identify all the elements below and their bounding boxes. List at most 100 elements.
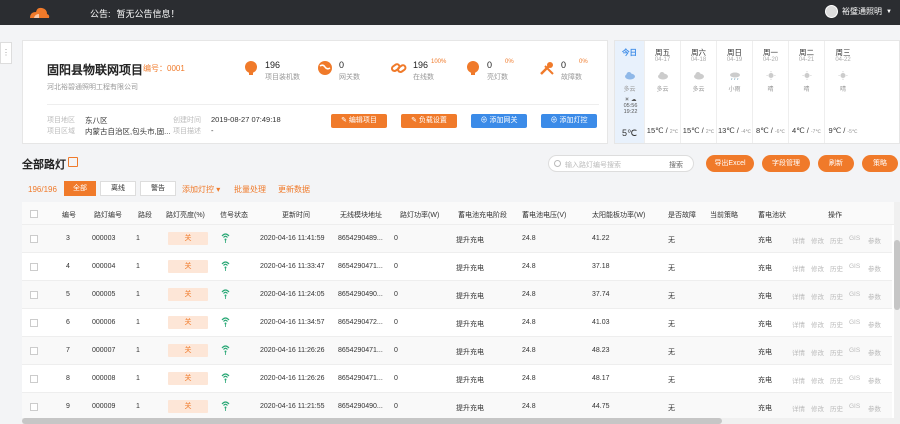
row-action-link[interactable]: 参数 [868,403,881,413]
column-header[interactable]: 路灯编号 [94,210,122,220]
scrollbar-thumb[interactable] [22,418,722,424]
weather-date: 04-19 [726,57,743,63]
row-action-link[interactable]: GIS [849,291,860,298]
row-action-link[interactable]: 参数 [868,291,881,301]
search-button[interactable]: 搜索 [669,160,683,170]
select-all-checkbox[interactable] [30,210,38,218]
row-checkbox[interactable] [30,263,38,271]
scrollbar-thumb[interactable] [894,240,900,310]
column-header[interactable]: 是否故障 [668,210,696,220]
column-header[interactable]: 太阳能板功率(W) [592,210,645,220]
row-action-link[interactable]: 修改 [811,375,824,385]
row-checkbox[interactable] [30,235,38,243]
row-action-link[interactable]: 修改 [811,263,824,273]
row-action-link[interactable]: 详情 [792,375,805,385]
row-action-link[interactable]: 修改 [811,403,824,413]
row-action-link[interactable]: 参数 [868,263,881,273]
row-action-link[interactable]: 修改 [811,319,824,329]
row-action-link[interactable]: 参数 [868,319,881,329]
row-checkbox[interactable] [30,291,38,299]
table-row[interactable]: 5 000005 1 2020-04-16 11:24:05 8654290490...… [22,281,892,309]
column-header[interactable]: 蓄电池电压(V) [522,210,566,220]
row-checkbox[interactable] [30,319,38,327]
weather-day: 周六 04-18 多云 15℃ / 2℃ [681,41,717,143]
field-manage-button[interactable]: 字段管理 [762,155,810,172]
column-header[interactable]: 信号状态 [220,210,248,220]
table-row[interactable]: 8 000008 1 2020-04-16 11:26:26 8654290471...… [22,365,892,393]
table-row[interactable]: 3 000003 1 2020-04-16 11:41:59 8654290489...… [22,225,892,253]
row-action-link[interactable]: 详情 [792,319,805,329]
table-row[interactable]: 6 000006 1 2020-04-16 11:34:57 8654290472...… [22,309,892,337]
cell-fault: 无 [668,349,675,356]
sun-icon [766,71,775,80]
edit-project-button[interactable]: ✎ 编辑项目 [331,114,387,128]
sidebar-toggle-button[interactable]: ⋮ [0,42,12,64]
row-action-link[interactable]: GIS [849,319,860,326]
row-action-link[interactable]: GIS [849,235,860,242]
export-excel-button[interactable]: 导出Excel [706,155,754,172]
table-row[interactable]: 7 000007 1 2020-04-16 11:26:26 8654290471...… [22,337,892,365]
column-header[interactable]: 蓄电池充电阶段 [458,210,507,220]
column-header[interactable]: 当前策略 [710,210,738,220]
row-action-link[interactable]: 历史 [830,263,843,273]
column-header[interactable]: 蓄电池状 [758,210,786,220]
cell-road: 1 [136,235,140,242]
cell-fault: 无 [668,377,675,384]
add-gateway-button[interactable]: ⊕ 添加网关 [471,114,527,128]
row-action-link[interactable]: 历史 [830,235,843,245]
load-settings-button[interactable]: ✎ 负载设置 [401,114,457,128]
column-header[interactable]: 无线模块地址 [340,210,382,220]
add-lamp-control-dropdown[interactable]: 添加灯控 ▾ [182,184,220,195]
column-header[interactable]: 路灯功率(W) [400,210,439,220]
stat-label: 亮灯数 [487,74,508,81]
row-action-link[interactable]: 参数 [868,347,881,357]
row-action-link[interactable]: 修改 [811,291,824,301]
row-action-link[interactable]: 修改 [811,347,824,357]
filter-all[interactable]: 全部 [64,181,96,196]
column-header[interactable]: 路段 [138,210,152,220]
table-row[interactable]: 9 000009 1 2020-04-16 11:21:55 8654290490...… [22,393,892,421]
row-action-link[interactable]: GIS [849,375,860,382]
row-checkbox[interactable] [30,403,38,411]
row-action-link[interactable]: 历史 [830,291,843,301]
column-header[interactable]: 路灯亮度(%) [166,210,205,220]
update-data-link[interactable]: 更新数据 [278,184,310,195]
row-action-link[interactable]: GIS [849,347,860,354]
search-input[interactable]: 输入路灯编号搜索 搜索 [548,155,694,172]
user-menu[interactable]: 裕璧通照明 ▼ [825,5,892,18]
row-action-link[interactable]: 参数 [868,375,881,385]
filter-warning[interactable]: 警告 [140,181,176,196]
add-lamp-control-button[interactable]: ⊕ 添加灯控 [541,114,597,128]
refresh-button[interactable]: 刷新 [818,155,854,172]
row-action-link[interactable]: 历史 [830,403,843,413]
row-action-link[interactable]: 详情 [792,263,805,273]
column-header[interactable]: 编号 [62,210,76,220]
row-action-link[interactable]: 修改 [811,235,824,245]
row-action-link[interactable]: 详情 [792,291,805,301]
vertical-scrollbar[interactable] [894,202,900,424]
edit-icon[interactable] [68,157,78,167]
stat-value: 0 [487,60,493,70]
cloud-logo-icon[interactable] [28,4,50,20]
row-action-link[interactable]: 历史 [830,375,843,385]
row-action-link[interactable]: GIS [849,403,860,410]
row-action-link[interactable]: 详情 [792,403,805,413]
row-action-link[interactable]: 详情 [792,235,805,245]
filter-offline[interactable]: 离线 [100,181,136,196]
row-action-link[interactable]: 详情 [792,347,805,357]
batch-process-link[interactable]: 批量处理 [234,184,266,195]
strategy-button[interactable]: 策略 [862,155,898,172]
table-row[interactable]: 4 000004 1 2020-04-16 11:33:47 8654290471...… [22,253,892,281]
cloud-icon [657,72,668,80]
weather-text: 多云 [692,87,705,93]
row-action-link[interactable]: 历史 [830,347,843,357]
row-checkbox[interactable] [30,347,38,355]
row-action-link[interactable]: 参数 [868,235,881,245]
column-header[interactable]: 更新时间 [282,210,310,220]
horizontal-scrollbar[interactable] [22,418,894,424]
row-action-link[interactable]: GIS [849,263,860,270]
weather-text: 晴 [767,87,774,93]
cell-lamp: 000009 [92,403,116,410]
row-action-link[interactable]: 历史 [830,319,843,329]
row-checkbox[interactable] [30,375,38,383]
